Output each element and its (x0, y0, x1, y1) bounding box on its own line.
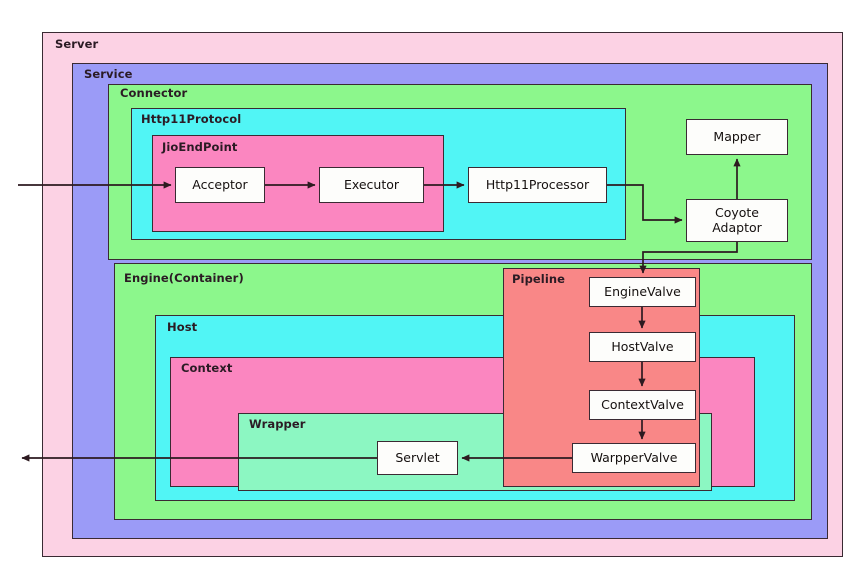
node-label-coyoteadaptor-2: Adaptor (712, 219, 762, 235)
node-label-executor: Executor (343, 176, 400, 192)
node-label-acceptor: Acceptor (192, 176, 248, 192)
node-label-warppervalve: WarpperValve (590, 449, 678, 465)
node-warppervalve[interactable]: WarpperValve (572, 443, 696, 473)
node-label-contextvalve: ContextValve (601, 396, 684, 412)
node-hostvalve[interactable]: HostValve (589, 332, 696, 362)
node-servlet[interactable]: Servlet (377, 441, 458, 475)
container-label-connector: Connector (120, 86, 188, 100)
node-label-coyoteadaptor-1: Coyote (714, 205, 759, 221)
node-executor[interactable]: Executor (319, 167, 424, 203)
node-enginevalve[interactable]: EngineValve (589, 277, 696, 307)
node-contextvalve[interactable]: ContextValve (589, 390, 696, 420)
node-http11processor[interactable]: Http11Processor (468, 167, 607, 203)
container-label-service: Service (84, 67, 133, 81)
container-label-engine: Engine(Container) (124, 271, 244, 285)
node-label-servlet: Servlet (395, 449, 440, 465)
node-label-mapper: Mapper (713, 128, 761, 144)
container-label-server: Server (55, 37, 99, 51)
container-label-pipeline: Pipeline (512, 272, 566, 286)
architecture-diagram: Server Service Connector Http11Protocol JioE… (0, 0, 862, 571)
node-coyoteadaptor[interactable]: Coyote Adaptor (686, 199, 788, 242)
container-label-jioendpoint: JioEndPoint (162, 140, 238, 154)
node-label-http11processor: Http11Processor (485, 176, 590, 192)
container-label-wrapper: Wrapper (249, 417, 306, 431)
container-label-http11protocol: Http11Protocol (141, 112, 242, 126)
node-mapper[interactable]: Mapper (686, 119, 788, 155)
container-label-context: Context (181, 361, 233, 375)
container-label-host: Host (167, 320, 198, 334)
node-label-hostvalve: HostValve (611, 338, 674, 354)
node-acceptor[interactable]: Acceptor (175, 167, 265, 203)
node-label-enginevalve: EngineValve (604, 283, 681, 299)
